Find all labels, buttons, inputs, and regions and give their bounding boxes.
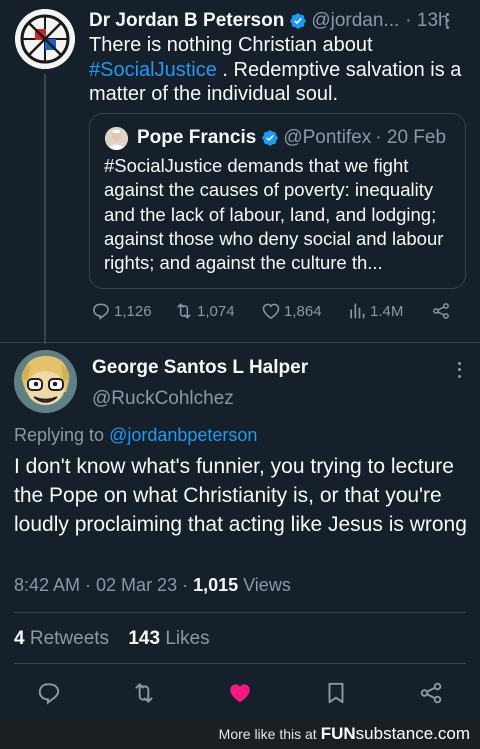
reply-timestamp[interactable]: 8:42 AM · 02 Mar 23 ·	[14, 575, 193, 595]
footer-text: More like this at	[218, 726, 317, 742]
retweets-label: Retweets	[24, 628, 110, 649]
retweet-count: 1,074	[197, 302, 235, 320]
reply-action-bar	[0, 678, 480, 708]
retweet-button[interactable]: 1,074	[174, 301, 235, 321]
bookmark-icon[interactable]	[323, 680, 349, 706]
divider	[14, 663, 466, 664]
replying-prefix: Replying to	[14, 425, 110, 445]
quoted-tweet[interactable]: Pope Francis @Pontifex · 20 Feb #SocialJ…	[89, 113, 466, 289]
reply-views-count: 1,015	[193, 575, 239, 595]
tweet-text: There is nothing Christian about #Social…	[89, 33, 469, 107]
tweet-action-bar: 1,126 1,074 1,864 1.4M	[89, 301, 467, 327]
like-button[interactable]: 1,864	[261, 301, 322, 321]
author-name[interactable]: Dr Jordan B Peterson	[89, 10, 284, 32]
retweets-stat[interactable]: 4 Retweets	[14, 628, 109, 649]
george-santos-avatar[interactable]	[14, 350, 77, 413]
likes-count: 143	[128, 628, 161, 649]
brand-bold: FUN	[320, 724, 356, 743]
replying-handle-link[interactable]: @jordanbpeterson	[109, 425, 257, 445]
jordan-peterson-avatar[interactable]	[15, 9, 75, 69]
verified-icon	[290, 13, 307, 29]
share-button[interactable]	[431, 301, 451, 321]
reply-icon	[93, 303, 109, 320]
share-icon[interactable]	[418, 680, 444, 706]
quote-author-name: Pope Francis	[137, 127, 257, 148]
tweet-text-pre: There is nothing Christian about	[89, 34, 373, 56]
like-icon	[262, 303, 280, 319]
more-icon[interactable]	[452, 360, 466, 380]
verified-icon	[262, 130, 279, 146]
views-button[interactable]: 1.4M	[347, 301, 403, 321]
reply-count: 1,126	[114, 302, 152, 320]
reply-author-name[interactable]: George Santos L Halper	[92, 357, 308, 379]
divider	[14, 612, 466, 613]
thread-line	[44, 74, 46, 344]
quote-header: Pope Francis @Pontifex · 20 Feb	[105, 126, 446, 150]
views-count: 1.4M	[370, 302, 404, 320]
watermark-footer: More like this at FUNsubstance.com	[0, 719, 480, 749]
pope-francis-avatar	[105, 126, 128, 150]
reply-button[interactable]: 1,126	[91, 301, 152, 321]
reply-stats: 4 Retweets 143 Likes	[14, 628, 210, 650]
views-icon	[350, 303, 365, 319]
likes-stat[interactable]: 143 Likes	[128, 628, 209, 649]
like-icon[interactable]	[227, 680, 253, 706]
more-icon[interactable]	[440, 11, 454, 31]
quote-date: · 20 Feb	[375, 127, 447, 148]
reply-author-handle[interactable]: @RuckCohlchez	[92, 388, 234, 410]
brand-rest: substance.com	[355, 724, 470, 743]
reply-icon[interactable]	[36, 680, 62, 706]
retweet-icon[interactable]	[131, 680, 157, 706]
divider	[0, 342, 480, 343]
likes-label: Likes	[160, 628, 210, 649]
retweets-count: 4	[14, 628, 25, 649]
reply-text: I don't know what's funnier, you trying …	[14, 455, 467, 536]
reply-views-label: Views	[238, 575, 291, 595]
quote-author-handle: @Pontifex	[283, 127, 372, 148]
retweet-icon	[177, 303, 191, 319]
tweet-header: Dr Jordan B Peterson @jordan... · 13h	[89, 8, 468, 34]
hashtag-link[interactable]: #SocialJustice	[89, 59, 217, 81]
quote-text: #SocialJustice demands that we fight aga…	[104, 155, 444, 274]
footer-brand[interactable]: FUNsubstance.com	[321, 724, 470, 744]
reply-meta: 8:42 AM · 02 Mar 23 · 1,015 Views	[14, 575, 291, 596]
share-icon	[433, 303, 449, 319]
author-handle[interactable]: @jordan...	[311, 10, 399, 32]
like-count: 1,864	[284, 302, 322, 320]
replying-to: Replying to @jordanbpeterson	[14, 425, 257, 446]
